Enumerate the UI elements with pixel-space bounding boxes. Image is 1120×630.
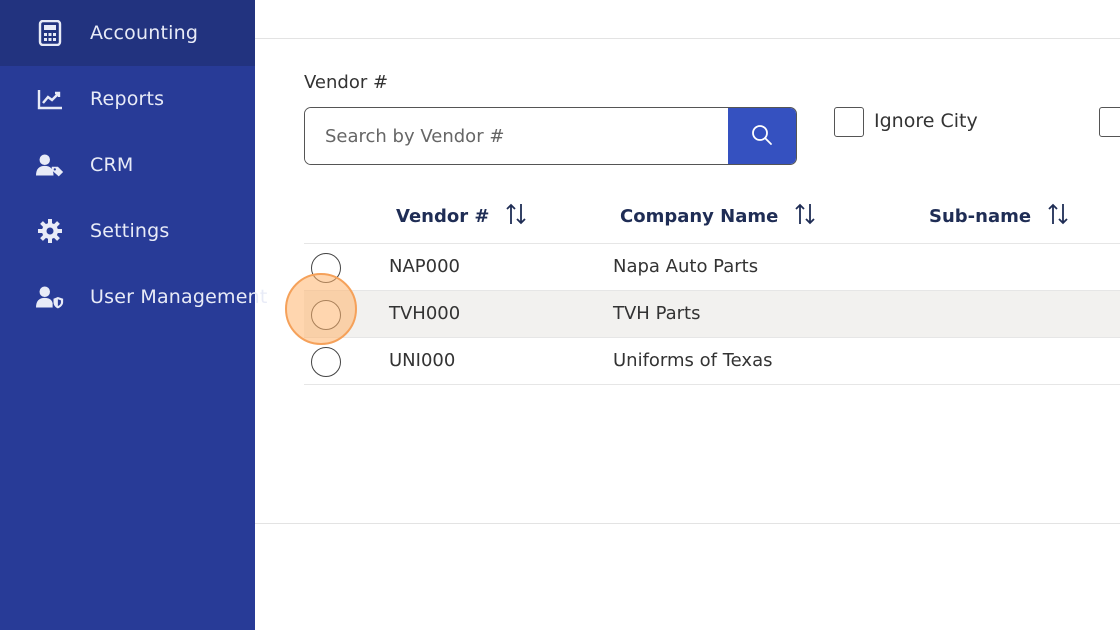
sidebar-item-user-management[interactable]: User Management	[0, 264, 267, 330]
sidebar-item-label: Accounting	[90, 22, 199, 44]
vendor-number-cell: TVH000	[389, 303, 461, 324]
sidebar-item-accounting[interactable]: Accounting	[0, 0, 255, 66]
sidebar: Accounting Reports CRM Settings User Man…	[0, 0, 267, 630]
sidebar-item-reports[interactable]: Reports	[0, 66, 255, 132]
vendor-search-box	[304, 107, 797, 165]
row-select-radio[interactable]	[311, 300, 341, 330]
column-header-label: Sub-name	[929, 206, 1032, 227]
vendor-search-input[interactable]	[305, 108, 728, 164]
search-button[interactable]	[728, 108, 796, 164]
table-row[interactable]: UNI000 Uniforms of Texas	[304, 338, 1120, 385]
sidebar-item-label: Settings	[90, 220, 170, 242]
calculator-icon	[36, 19, 64, 47]
line-chart-icon	[36, 85, 64, 113]
sidebar-item-crm[interactable]: CRM	[0, 132, 255, 198]
gear-icon	[36, 217, 64, 245]
header-divider	[255, 38, 1120, 39]
row-select-radio[interactable]	[311, 253, 341, 283]
column-header-label: Vendor #	[396, 206, 490, 227]
column-header-sub-name[interactable]: Sub-name	[929, 202, 1069, 231]
ignore-city-checkbox[interactable]	[834, 107, 864, 137]
column-header-company-name[interactable]: Company Name	[620, 202, 816, 231]
vendor-search-label: Vendor #	[304, 72, 389, 93]
user-shield-icon	[36, 283, 64, 311]
sort-icon	[794, 202, 816, 231]
vendor-number-cell: NAP000	[389, 256, 460, 277]
company-name-cell: Napa Auto Parts	[613, 256, 759, 277]
column-header-vendor[interactable]: Vendor #	[396, 202, 527, 231]
vendor-number-cell: UNI000	[389, 350, 456, 371]
sort-icon	[505, 202, 527, 231]
ignore-city-label: Ignore City	[874, 110, 978, 132]
footer-divider	[255, 523, 1120, 524]
sidebar-item-label: User Management	[90, 286, 268, 308]
sidebar-item-label: Reports	[90, 88, 165, 110]
company-name-cell: TVH Parts	[613, 303, 701, 324]
column-header-label: Company Name	[620, 206, 779, 227]
row-select-radio[interactable]	[311, 347, 341, 377]
sidebar-item-settings[interactable]: Settings	[0, 198, 255, 264]
search-icon	[751, 124, 773, 149]
sort-icon	[1047, 202, 1069, 231]
table-row[interactable]: NAP000 Napa Auto Parts	[304, 244, 1120, 291]
sidebar-item-label: CRM	[90, 154, 134, 176]
additional-filter-checkbox[interactable]	[1099, 107, 1120, 137]
company-name-cell: Uniforms of Texas	[613, 350, 773, 371]
table-row[interactable]: TVH000 TVH Parts	[304, 291, 1120, 338]
user-tag-icon	[36, 151, 64, 179]
